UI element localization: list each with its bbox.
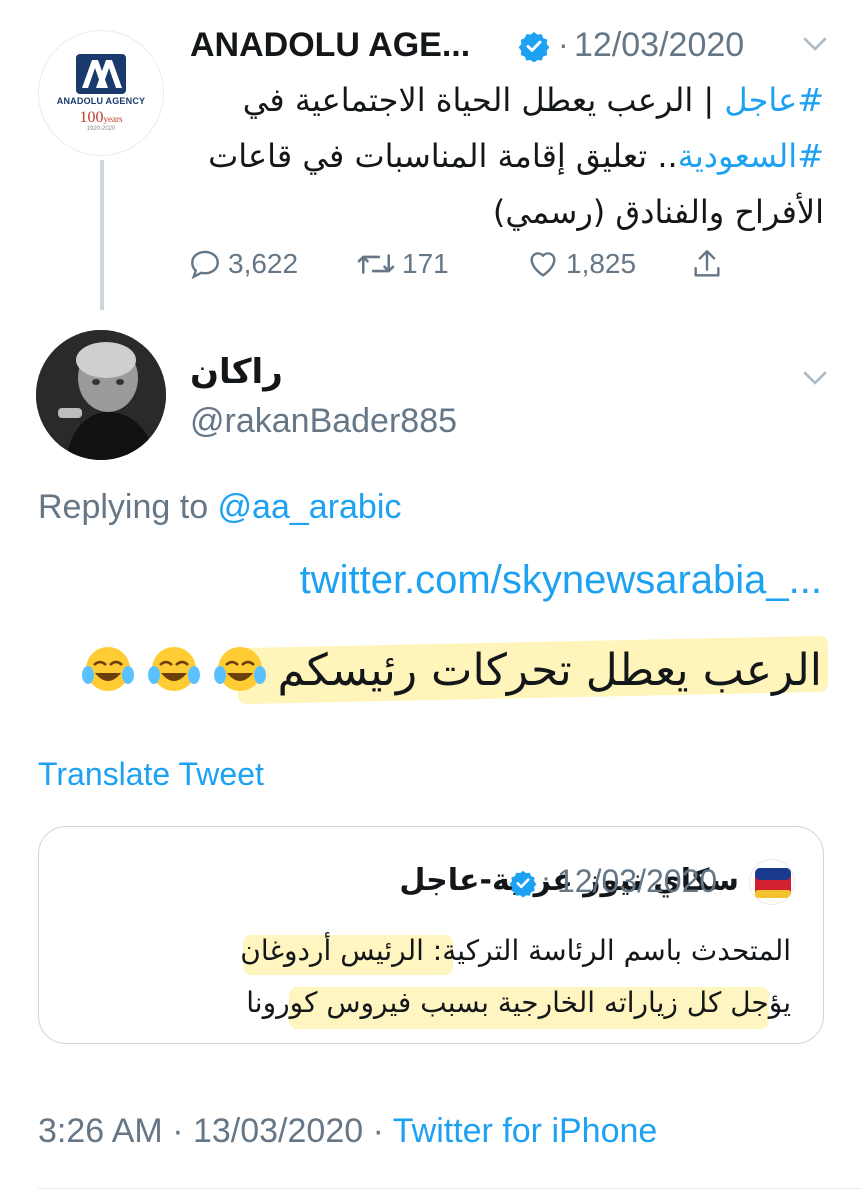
thread-connector <box>100 160 104 310</box>
tweet-time[interactable]: 3:26 AM <box>38 1112 163 1150</box>
hashtag-saudi[interactable]: #السعودية <box>678 137 824 175</box>
reply-button[interactable]: 3,622 <box>188 242 298 286</box>
reply-author-handle[interactable]: @rakanBader885 <box>190 402 457 441</box>
hashtag-urgent[interactable]: #عاجل <box>724 81 824 119</box>
logo-range: 1920-2020 <box>86 126 116 132</box>
reply-body-text: الرعب يعطل تحركات رئيسكم <box>277 644 822 696</box>
chevron-down-icon[interactable] <box>802 34 828 54</box>
verified-badge-icon <box>509 870 537 897</box>
face-with-tears-of-joy-icon <box>82 647 135 691</box>
share-button[interactable] <box>690 242 730 286</box>
separator-dot: · <box>558 26 569 62</box>
face-with-tears-of-joy-icon <box>148 647 201 691</box>
parent-avatar[interactable]: ANADOLU AGENCY 100years 1920-2020 <box>38 30 164 156</box>
parent-tweet-text: #عاجل | الرعب يعطل الحياة الاجتماعية في … <box>184 72 824 240</box>
parent-text-part1: | الرعب يعطل الحياة الاجتماعية في <box>242 81 725 119</box>
tweet-source[interactable]: Twitter for iPhone <box>393 1112 658 1150</box>
quote-author-avatar <box>749 859 795 905</box>
face-with-tears-of-joy-icon <box>214 647 267 691</box>
parent-author-name[interactable]: ANADOLU AGE... <box>190 26 470 65</box>
replying-to: Replying to @aa_arabic <box>38 488 402 526</box>
logo-text: ANADOLU AGENCY <box>56 96 146 106</box>
logo-years: 100years <box>79 109 123 126</box>
reply-icon <box>191 250 219 280</box>
tweet-date[interactable]: 13/03/2020 <box>193 1112 363 1150</box>
like-button[interactable]: 1,825 <box>526 242 636 286</box>
quote-date: 12/03/2020 <box>557 863 718 899</box>
parent-actions: 3,622 171 1,825 <box>188 242 748 286</box>
avatar-photo <box>36 330 166 460</box>
parent-header: ANADOLU AGE... · 12/03/2020 <box>190 22 830 72</box>
divider <box>38 1188 862 1189</box>
retweet-button[interactable]: 171 <box>356 242 449 286</box>
reply-author-name[interactable]: راكان <box>190 352 283 392</box>
chevron-down-icon[interactable] <box>802 368 828 388</box>
parent-date[interactable]: 12/03/2020 <box>574 26 744 65</box>
tweet-link[interactable]: twitter.com/skynewsarabia_... <box>300 558 822 603</box>
reply-body: الرعب يعطل تحركات رئيسكم <box>81 632 828 708</box>
retweet-icon <box>357 254 395 274</box>
anadolu-logo-icon <box>76 54 126 94</box>
quote-text-line1: المتحدث باسم الرئاسة التركية: الرئيس أرد… <box>240 934 791 967</box>
tweet-meta: 3:26 AM · 13/03/2020 · Twitter for iPhon… <box>38 1112 658 1150</box>
emoji-group <box>81 643 267 697</box>
separator-dot: · <box>541 861 551 894</box>
translate-tweet-link[interactable]: Translate Tweet <box>38 756 264 793</box>
share-icon <box>694 250 720 277</box>
retweet-count: 171 <box>402 248 449 279</box>
verified-badge-icon <box>518 32 550 62</box>
quoted-tweet-card[interactable]: سكاي نيوز عربية-عاجل · 12/03/2020 المتحد… <box>38 826 824 1044</box>
replying-mention[interactable]: @aa_arabic <box>218 488 402 526</box>
heart-icon <box>530 252 556 277</box>
reply-author-avatar[interactable] <box>36 330 166 460</box>
sky-news-logo-icon <box>755 868 791 898</box>
quote-text: المتحدث باسم الرئاسة التركية: الرئيس أرد… <box>51 925 791 1029</box>
quote-text-line2: يؤجل كل زياراته الخارجية بسبب فيروس كورو… <box>246 986 791 1019</box>
like-count: 1,825 <box>566 248 637 279</box>
reply-count: 3,622 <box>228 248 299 279</box>
